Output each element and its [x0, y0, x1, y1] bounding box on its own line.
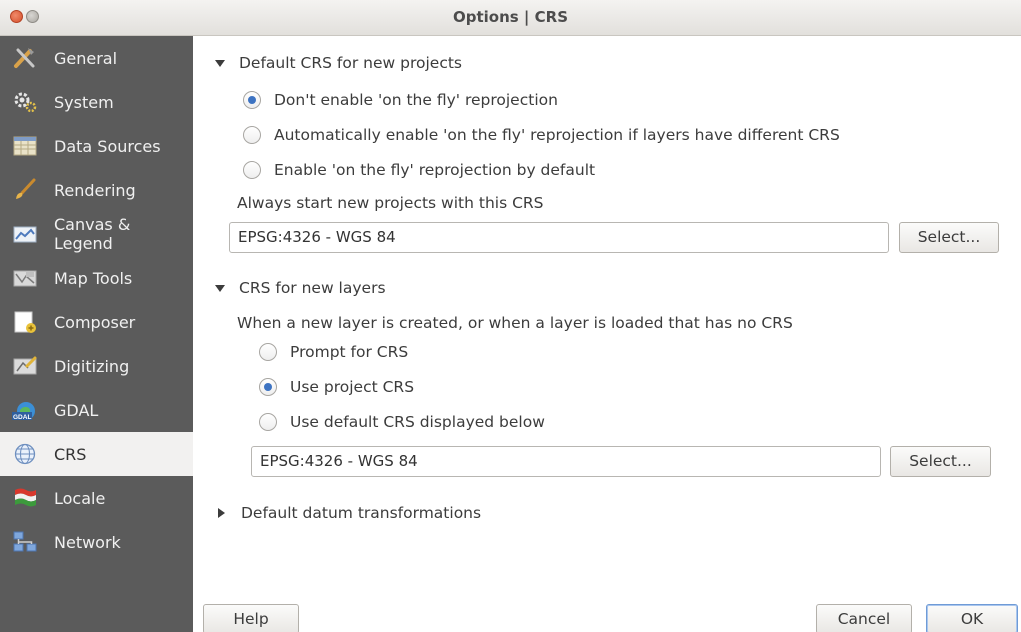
- default-crs-section-header[interactable]: Default CRS for new projects: [215, 54, 462, 72]
- tools-icon: [14, 48, 35, 68]
- gdal-icon: GDAL: [12, 402, 35, 421]
- brush-icon: [16, 178, 36, 199]
- radio-button[interactable]: [259, 413, 277, 431]
- select-project-crs-button[interactable]: Select...: [899, 222, 999, 253]
- radio-label: Use default CRS displayed below: [290, 413, 545, 431]
- canvas-icon: [13, 226, 37, 243]
- sidebar-item-label: Map Tools: [54, 268, 133, 288]
- sidebar-item-label: Digitizing: [54, 356, 130, 376]
- sidebar-item-label: CRS: [54, 444, 87, 464]
- radio-auto-enable-otf[interactable]: Automatically enable 'on the fly' reproj…: [243, 126, 840, 144]
- collapse-arrow-icon: [218, 508, 225, 518]
- select-layer-crs-button[interactable]: Select...: [890, 446, 991, 477]
- window-title: Options | CRS: [453, 8, 568, 26]
- radio-button[interactable]: [259, 378, 277, 396]
- expand-arrow-icon: [215, 284, 225, 292]
- always-start-label: Always start new projects with this CRS: [237, 194, 544, 212]
- sidebar-item-composer[interactable]: Composer: [0, 300, 193, 344]
- default-layer-crs-field[interactable]: EPSG:4326 - WGS 84: [251, 446, 881, 477]
- sidebar-item-system[interactable]: System: [0, 80, 193, 124]
- section-title: CRS for new layers: [239, 279, 386, 297]
- radio-label: Automatically enable 'on the fly' reproj…: [274, 126, 840, 144]
- radio-button[interactable]: [259, 343, 277, 361]
- sidebar-item-locale[interactable]: Locale: [0, 476, 193, 520]
- sidebar-item-map-tools[interactable]: Map Tools: [0, 256, 193, 300]
- help-button[interactable]: Help: [203, 604, 299, 632]
- network-icon: [13, 531, 37, 552]
- radio-enable-otf-default[interactable]: Enable 'on the fly' reprojection by defa…: [243, 161, 595, 179]
- gear-icon: [14, 92, 37, 113]
- table-icon: [13, 136, 37, 156]
- sidebar-item-gdal[interactable]: GDAL GDAL: [0, 388, 193, 432]
- sidebar-item-label: Network: [54, 532, 121, 552]
- radio-use-project-crs[interactable]: Use project CRS: [259, 378, 414, 396]
- crs-options-panel: Default CRS for new projects Don't enabl…: [193, 36, 1021, 632]
- sidebar-item-label: Rendering: [54, 180, 136, 200]
- section-title: Default datum transformations: [241, 504, 482, 522]
- sidebar-item-crs[interactable]: CRS: [0, 432, 193, 476]
- sidebar-item-label: System: [54, 92, 114, 112]
- title-bar: Options | CRS: [0, 0, 1021, 36]
- sidebar-item-canvas-legend[interactable]: Canvas & Legend: [0, 212, 193, 256]
- project-crs-field[interactable]: EPSG:4326 - WGS 84: [229, 222, 889, 253]
- sidebar-item-data-sources[interactable]: Data Sources: [0, 124, 193, 168]
- radio-label: Enable 'on the fly' reprojection by defa…: [274, 161, 596, 179]
- cancel-button[interactable]: Cancel: [816, 604, 912, 632]
- sidebar-item-general[interactable]: General: [0, 36, 193, 80]
- sidebar-item-label: Composer: [54, 312, 136, 332]
- globe-icon: [14, 443, 36, 465]
- radio-label: Use project CRS: [290, 378, 415, 396]
- flag-icon: [15, 488, 36, 507]
- new-layers-section-header[interactable]: CRS for new layers: [215, 279, 386, 297]
- radio-button[interactable]: [243, 91, 261, 109]
- radio-button[interactable]: [243, 126, 261, 144]
- digitizing-icon: [13, 356, 37, 375]
- new-layer-description: When a new layer is created, or when a l…: [237, 314, 793, 332]
- sidebar-item-rendering[interactable]: Rendering: [0, 168, 193, 212]
- sidebar-item-network[interactable]: Network: [0, 520, 193, 564]
- sidebar-item-label: Data Sources: [54, 136, 161, 156]
- radio-button[interactable]: [243, 161, 261, 179]
- sidebar-item-digitizing[interactable]: Digitizing: [0, 344, 193, 388]
- ok-button[interactable]: OK: [926, 604, 1018, 632]
- map-tools-icon: [13, 270, 37, 287]
- sidebar-item-label: Canvas & Legend: [54, 215, 131, 253]
- sidebar-item-label: GDAL: [54, 400, 99, 420]
- radio-prompt-for-crs[interactable]: Prompt for CRS: [259, 343, 408, 361]
- svg-text:GDAL: GDAL: [13, 414, 31, 421]
- radio-label: Prompt for CRS: [290, 343, 409, 361]
- sidebar-item-label: General: [54, 48, 118, 68]
- sidebar-item-label: Locale: [54, 488, 106, 508]
- options-sidebar: General System Data Sources Rendering Ca…: [0, 36, 193, 632]
- expand-arrow-icon: [215, 59, 225, 67]
- composer-icon: [14, 311, 36, 333]
- datum-section-header[interactable]: Default datum transformations: [215, 504, 481, 522]
- radio-use-default-crs[interactable]: Use default CRS displayed below: [259, 413, 545, 431]
- radio-dont-enable-otf[interactable]: Don't enable 'on the fly' reprojection: [243, 91, 558, 109]
- radio-label: Don't enable 'on the fly' reprojection: [274, 91, 558, 109]
- section-title: Default CRS for new projects: [239, 54, 462, 72]
